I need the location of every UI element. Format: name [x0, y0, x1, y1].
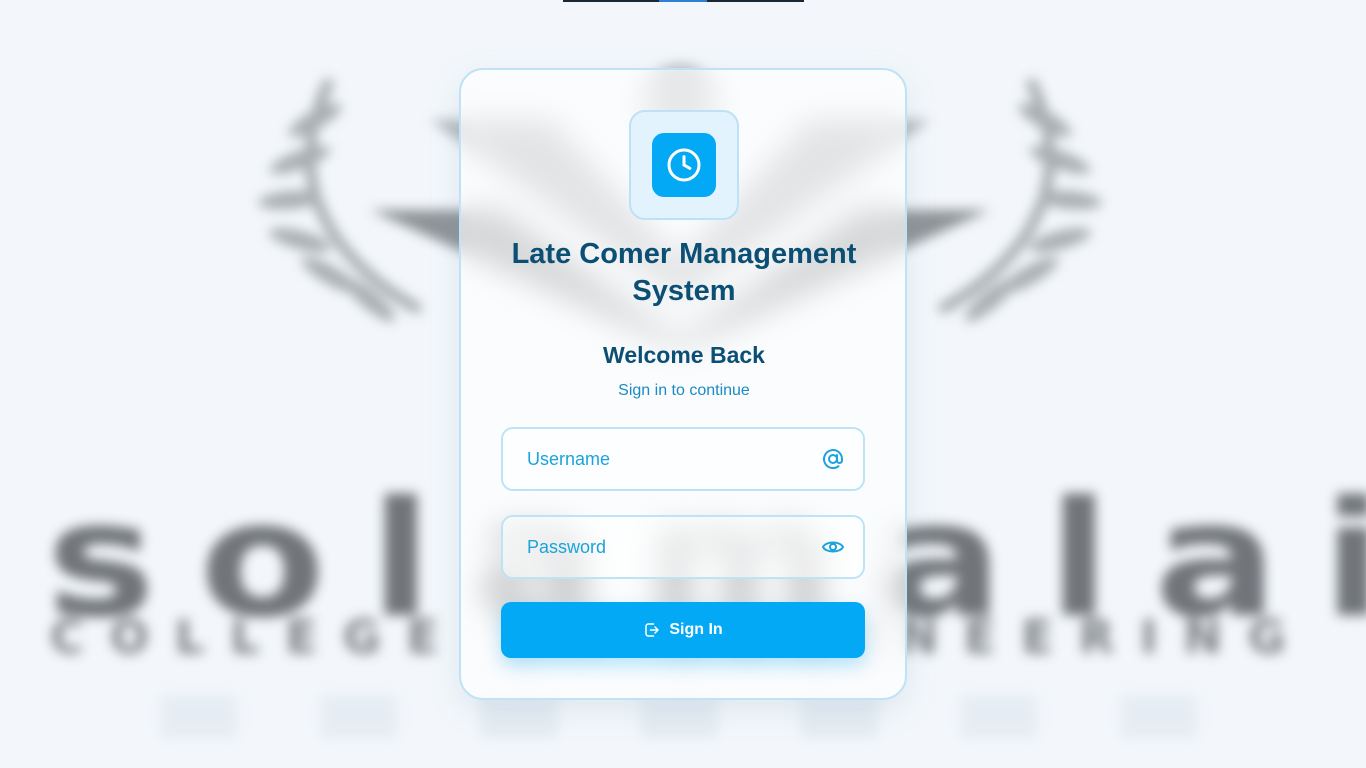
username-input[interactable]: [527, 429, 817, 489]
clock-icon: [667, 148, 701, 182]
laurel-right-graphic: [937, 77, 1102, 322]
at-sign-icon: [823, 449, 843, 470]
sign-in-button[interactable]: Sign In: [501, 602, 865, 658]
welcome-heading: Welcome Back: [603, 342, 765, 368]
app-title: Late Comer Management System: [511, 238, 857, 307]
username-field-wrapper: [501, 427, 865, 491]
top-indicator-bar: [563, 0, 804, 2]
background-blocks: [160, 695, 1198, 739]
login-card: Late Comer Management System Welcome Bac…: [459, 68, 907, 700]
login-page: solamalai COLLEGE OF ENGINEERING Late Co…: [0, 0, 1366, 768]
welcome-subtitle: Sign in to continue: [618, 382, 750, 399]
password-field-wrapper: [501, 515, 865, 579]
sign-in-icon: [645, 623, 660, 637]
sign-in-label: Sign In: [669, 621, 723, 638]
app-logo-tile: [652, 133, 716, 197]
eye-icon[interactable]: [821, 535, 845, 559]
app-logo: [629, 110, 739, 220]
password-input[interactable]: [527, 517, 817, 577]
